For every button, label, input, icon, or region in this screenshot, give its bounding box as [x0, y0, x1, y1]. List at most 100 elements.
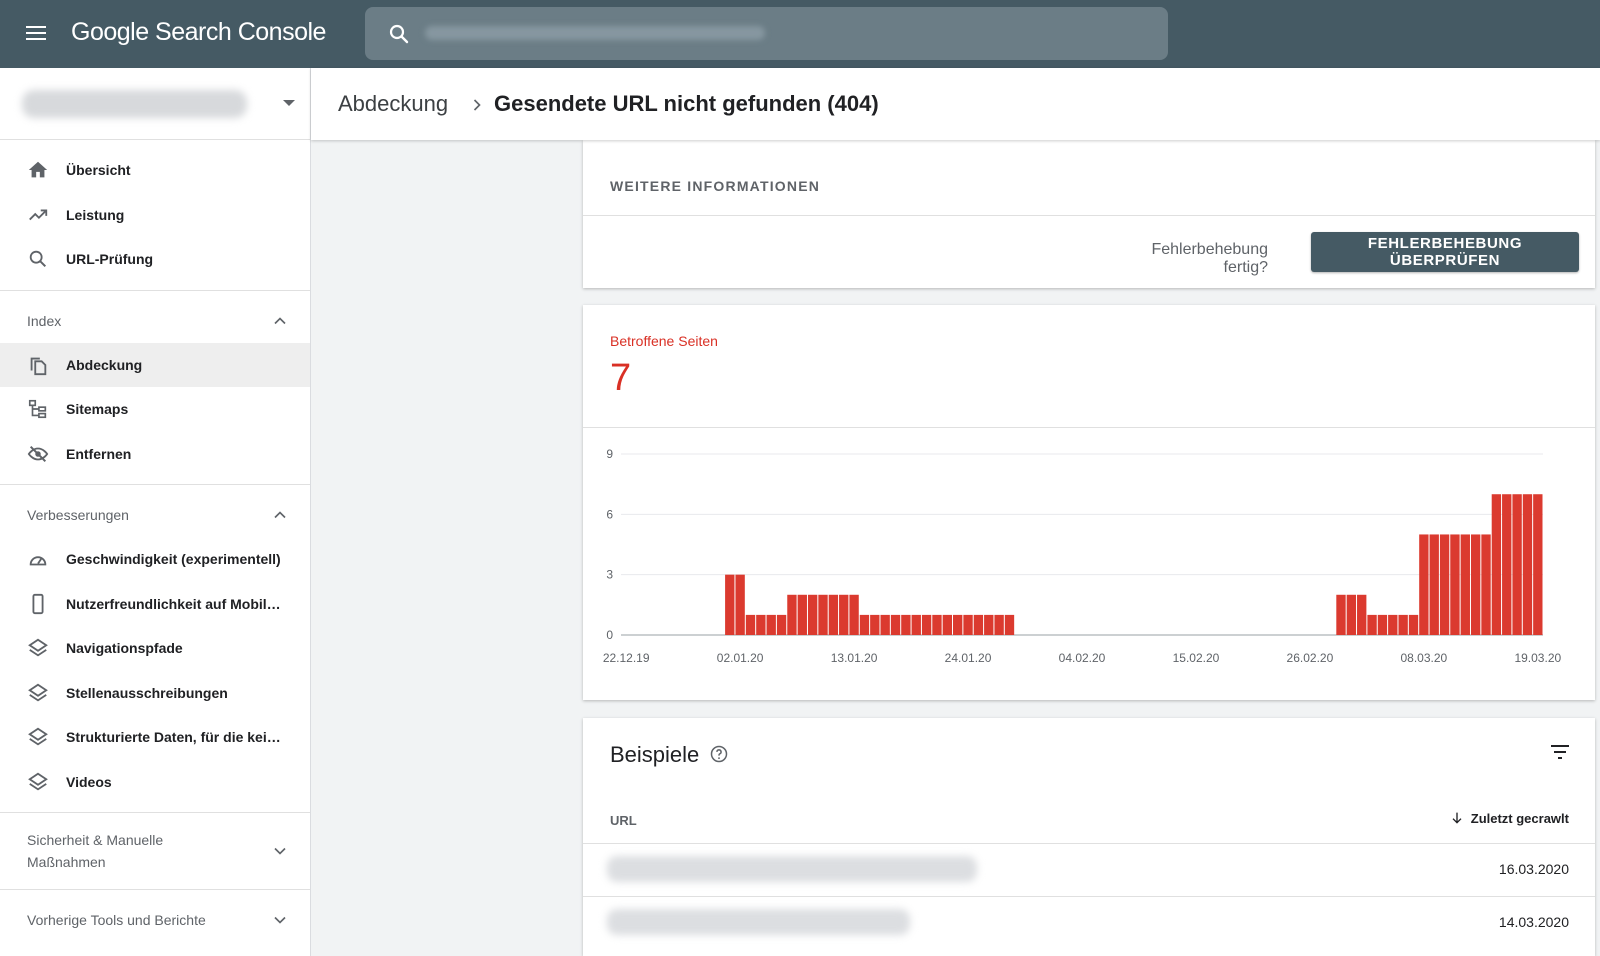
breadcrumb: Abdeckung Gesendete URL nicht gefunden (… — [311, 68, 1600, 140]
search-input[interactable] — [365, 7, 1168, 60]
chart-bar — [1419, 534, 1429, 635]
chart-bar — [890, 614, 901, 635]
section-toggle-index[interactable]: Index — [0, 299, 310, 343]
chart-bar — [994, 614, 1004, 635]
search-query-redacted — [425, 26, 765, 40]
chart-bar — [1470, 534, 1481, 635]
chart-bar — [942, 614, 953, 635]
table-row[interactable]: 16.03.2020 — [583, 843, 1595, 896]
x-tick-label: 24.01.20 — [945, 651, 992, 665]
column-header-label: Zuletzt gecrawlt — [1470, 810, 1569, 826]
sidebar-item-performance[interactable]: Leistung — [0, 193, 310, 238]
chart-bar — [859, 614, 870, 635]
sidebar-item-unparsable-structured-data[interactable]: Strukturierte Daten, für die kein… — [0, 715, 310, 760]
app-logo[interactable]: Google Search Console — [71, 18, 326, 47]
url-redacted — [607, 909, 910, 935]
nav-group-index: Index Abdeckung Sitemaps Entfernen — [0, 291, 310, 485]
chart-bar — [735, 574, 745, 635]
section-toggle-legacy[interactable]: Vorherige Tools und Berichte — [0, 898, 310, 942]
y-tick-label: 3 — [606, 568, 613, 582]
chart-bar — [849, 594, 859, 635]
x-tick-label: 08.03.20 — [1401, 651, 1448, 665]
chart-bar — [745, 614, 756, 635]
sidebar-item-label: Abdeckung — [66, 356, 143, 373]
chart-bar — [1460, 534, 1470, 635]
sidebar-item-label: Geschwindigkeit (experimentell) — [66, 551, 281, 568]
chart-bar — [953, 614, 963, 635]
url-redacted — [607, 856, 977, 882]
validate-fix-button[interactable]: FEHLERBEHEBUNG ÜBERPRÜFEN — [1311, 232, 1579, 272]
chart-bar — [984, 614, 994, 635]
chart-bar — [1388, 614, 1398, 635]
chart-bar — [797, 594, 807, 635]
chart-bar — [839, 594, 849, 635]
top-app-bar: Google Search Console — [0, 0, 1600, 68]
column-header-url[interactable]: URL — [610, 813, 637, 828]
layers-icon — [26, 770, 50, 794]
section-heading-line: Maßnahmen — [27, 854, 106, 870]
chevron-right-icon — [473, 99, 481, 111]
sidebar-item-label: URL-Prüfung — [66, 251, 154, 268]
sidebar-item-videos[interactable]: Videos — [0, 760, 310, 805]
visibility-off-icon — [26, 442, 50, 466]
home-icon — [26, 158, 50, 182]
chart-bar — [870, 614, 880, 635]
speed-gauge-icon — [26, 547, 50, 571]
trending-up-icon — [26, 203, 50, 227]
sidebar-item-removals[interactable]: Entfernen — [0, 432, 310, 477]
chart-bar — [911, 614, 921, 635]
hamburger-menu-icon[interactable] — [24, 22, 48, 46]
sidebar-item-overview[interactable]: Übersicht — [0, 148, 310, 193]
more-info-card: WEITERE INFORMATIONEN Fehlerbehebung fer… — [583, 140, 1595, 288]
x-tick-label: 04.02.20 — [1059, 651, 1106, 665]
sidebar-item-job-postings[interactable]: Stellenausschreibungen — [0, 671, 310, 716]
x-tick-label: 13.01.20 — [831, 651, 878, 665]
sidebar-item-sitemaps[interactable]: Sitemaps — [0, 387, 310, 432]
breadcrumb-parent-link[interactable]: Abdeckung — [338, 91, 448, 117]
section-toggle-security[interactable]: Sicherheit & Manuelle Maßnahmen — [0, 821, 310, 881]
x-tick-label: 15.02.20 — [1173, 651, 1220, 665]
chart-bar — [1439, 534, 1450, 635]
chevron-up-icon — [274, 511, 286, 519]
sidebar-item-label: Übersicht — [66, 162, 131, 179]
sidebar-item-label: Stellenausschreibungen — [66, 684, 228, 701]
chart-bar — [1522, 494, 1533, 635]
chevron-up-icon — [274, 316, 286, 324]
layers-icon — [26, 681, 50, 705]
chart-bar — [880, 614, 890, 635]
help-icon[interactable] — [709, 744, 729, 764]
y-tick-label: 0 — [606, 628, 613, 642]
chart-bar — [725, 574, 735, 635]
layers-icon — [26, 636, 50, 660]
sidebar-item-mobile-usability[interactable]: Nutzerfreundlichkeit auf Mobil… — [0, 582, 310, 627]
sidebar-item-coverage[interactable]: Abdeckung — [0, 342, 310, 387]
sidebar-item-label: Nutzerfreundlichkeit auf Mobil… — [66, 595, 281, 612]
filter-list-icon[interactable] — [1548, 740, 1572, 764]
sidebar-item-speed[interactable]: Geschwindigkeit (experimentell) — [0, 537, 310, 582]
chart-bar — [1357, 594, 1367, 635]
search-icon — [26, 247, 50, 271]
column-header-last-crawled[interactable]: Zuletzt gecrawlt — [1449, 810, 1569, 826]
chart-bar — [921, 614, 932, 635]
arrow-down-icon — [1452, 812, 1462, 824]
affected-pages-card: Betroffene Seiten 7 0 3 6 9 22.12.19 02.01.20… — [583, 305, 1595, 700]
property-selector[interactable] — [0, 68, 310, 140]
chevron-down-icon — [274, 916, 286, 924]
chart-bar — [756, 614, 766, 635]
table-row[interactable]: 14.03.2020 — [583, 896, 1595, 949]
nav-group-main: Übersicht Leistung URL-Prüfung — [0, 140, 310, 291]
card-heading: WEITERE INFORMATIONEN — [610, 178, 821, 194]
chart-bar — [1377, 614, 1388, 635]
sidebar-item-breadcrumbs[interactable]: Navigationspfade — [0, 626, 310, 671]
section-heading: Sicherheit & Manuelle Maßnahmen — [27, 829, 163, 873]
chart-bar — [1533, 494, 1543, 635]
sidebar-item-label: Leistung — [66, 206, 125, 223]
chart-bar — [1512, 494, 1522, 635]
dropdown-caret-icon — [283, 100, 295, 106]
sidebar-item-label: Strukturierte Daten, für die kein… — [66, 729, 281, 746]
chart-bar — [1429, 534, 1439, 635]
section-heading-line: Sicherheit & Manuelle — [27, 832, 164, 848]
chart-bar — [776, 614, 787, 635]
sidebar-item-url-inspection[interactable]: URL-Prüfung — [0, 237, 310, 282]
section-toggle-enhancements[interactable]: Verbesserungen — [0, 493, 310, 537]
